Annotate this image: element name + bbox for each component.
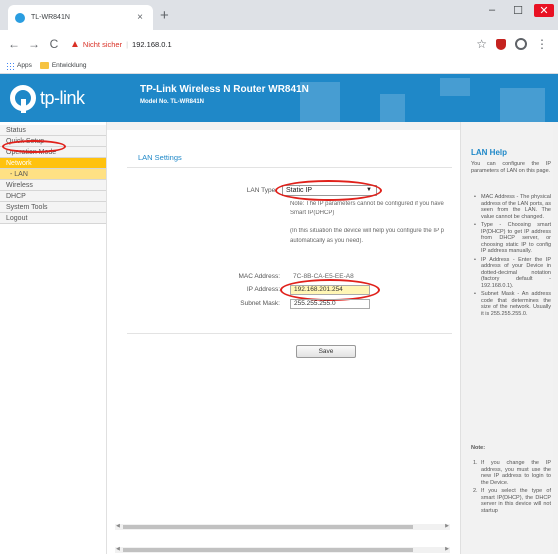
router-title: TP-Link Wireless N Router WR841N bbox=[140, 84, 309, 95]
header-decoration bbox=[440, 78, 470, 96]
menu-item-system-tools[interactable]: System Tools bbox=[0, 202, 106, 213]
horizontal-scrollbar[interactable]: ◀ ▶ bbox=[115, 523, 450, 530]
scroll-left-icon[interactable]: ◀ bbox=[116, 546, 120, 552]
lan-type-highlight-oval bbox=[275, 180, 382, 201]
menu-item-lan[interactable]: - LAN bbox=[0, 169, 106, 180]
bookmark-star-icon[interactable]: ☆ bbox=[476, 37, 487, 51]
header-decoration bbox=[500, 88, 545, 122]
help-item: MAC Address - The physical address of th… bbox=[474, 194, 551, 220]
main-content: LAN Settings LAN Type: Static IP ▼ Note:… bbox=[107, 122, 460, 554]
extension-shield-icon[interactable] bbox=[496, 38, 506, 50]
reload-button[interactable]: C bbox=[46, 37, 62, 51]
note-line-2: Smart IP(DHCP) bbox=[290, 210, 335, 216]
help-note-label: Note: bbox=[471, 445, 486, 451]
section-title: LAN Settings bbox=[138, 153, 182, 162]
note-line-1: Note: The IP parameters cannot be config… bbox=[290, 201, 444, 207]
help-intro: You can configure the IP parameters of L… bbox=[471, 161, 551, 174]
menu-item-network[interactable]: Network bbox=[0, 158, 106, 169]
network-highlight-oval bbox=[2, 140, 66, 153]
maximize-button[interactable]: ☐ bbox=[508, 4, 528, 17]
sidebar-menu: Status Quick Setup Operation Mode Networ… bbox=[0, 122, 107, 554]
forward-button[interactable]: → bbox=[26, 37, 42, 51]
scroll-right-icon[interactable]: ▶ bbox=[445, 546, 449, 552]
scroll-left-icon[interactable]: ◀ bbox=[116, 523, 120, 529]
subnet-mask-label: Subnet Mask: bbox=[240, 300, 280, 307]
subnet-mask-input[interactable]: 255.255.255.0 bbox=[290, 299, 370, 309]
save-button[interactable]: Save bbox=[296, 345, 356, 358]
help-list: MAC Address - The physical address of th… bbox=[474, 194, 551, 319]
scrollbar-thumb[interactable] bbox=[123, 525, 413, 529]
browser-toolbar: ← → C ▲ Nicht sicher | 192.168.0.1 ☆ ⋮ bbox=[0, 30, 558, 58]
scrollbar-thumb[interactable] bbox=[123, 548, 413, 552]
help-item: Type - Choosing smart IP(DHCP) to get IP… bbox=[474, 222, 551, 255]
bookmark-entwicklung[interactable]: Entwicklung bbox=[52, 62, 87, 69]
browser-tab[interactable]: TL-WR841N × bbox=[8, 5, 153, 30]
help-note-item: 2. If you select the type of smart IP(DHC… bbox=[473, 488, 551, 514]
browser-menu-icon[interactable]: ⋮ bbox=[536, 37, 548, 51]
help-note-text: If you select the type of smart IP(DHCP)… bbox=[481, 488, 551, 514]
browser-tab-bar: TL-WR841N × + – ☐ ✕ bbox=[0, 0, 558, 30]
address-bar[interactable]: ▲ Nicht sicher | 192.168.0.1 bbox=[66, 34, 476, 54]
logo-text: tp-link bbox=[40, 87, 85, 108]
ip-highlight-oval bbox=[280, 279, 380, 301]
help-item: Subnet Mask - An address code that deter… bbox=[474, 291, 551, 317]
help-item: IP Address - Enter the IP address of you… bbox=[474, 257, 551, 290]
bookmarks-bar: Apps Entwicklung bbox=[0, 58, 558, 74]
help-notes: 1. If you change the IP address, you must… bbox=[473, 460, 551, 516]
help-panel: LAN Help You can configure the IP parame… bbox=[460, 122, 558, 554]
tab-close-icon[interactable]: × bbox=[134, 12, 146, 23]
new-tab-button[interactable]: + bbox=[160, 7, 169, 24]
menu-item-status[interactable]: Status bbox=[0, 125, 106, 136]
mac-address-label: MAC Address: bbox=[238, 273, 280, 280]
security-status[interactable]: Nicht sicher bbox=[83, 40, 122, 49]
address-separator: | bbox=[126, 39, 129, 49]
note-line-4: automatically as you need). bbox=[290, 238, 364, 244]
vertical-scrollbar[interactable] bbox=[553, 122, 558, 554]
horizontal-scrollbar[interactable]: ◀ ▶ bbox=[115, 546, 450, 553]
tplink-logo: tp-link bbox=[10, 85, 85, 113]
menu-item-logout[interactable]: Logout bbox=[0, 213, 106, 224]
account-icon[interactable] bbox=[515, 38, 527, 50]
ip-address-label: IP Address: bbox=[246, 286, 280, 293]
header-decoration bbox=[380, 94, 405, 122]
divider bbox=[127, 167, 452, 168]
tab-title: TL-WR841N bbox=[31, 14, 70, 21]
warning-icon: ▲ bbox=[70, 38, 80, 50]
main-top-strip bbox=[107, 122, 460, 130]
lan-type-label: LAN Type: bbox=[246, 187, 277, 194]
back-button[interactable]: ← bbox=[6, 37, 22, 51]
divider bbox=[127, 333, 452, 334]
router-header: tp-link TP-Link Wireless N Router WR841N… bbox=[0, 74, 558, 122]
bookmark-apps[interactable]: Apps bbox=[17, 62, 32, 69]
note-line-3: (In this situation the device will help … bbox=[290, 228, 444, 234]
apps-grid-icon bbox=[6, 61, 14, 70]
minimize-button[interactable]: – bbox=[482, 4, 502, 16]
help-title: LAN Help bbox=[471, 148, 507, 157]
toolbar-actions: ☆ ⋮ bbox=[476, 37, 552, 51]
tplink-favicon-icon bbox=[15, 12, 25, 23]
menu-item-wireless[interactable]: Wireless bbox=[0, 180, 106, 191]
scroll-right-icon[interactable]: ▶ bbox=[445, 523, 449, 529]
router-model: Model No. TL-WR841N bbox=[140, 99, 204, 105]
menu-item-dhcp[interactable]: DHCP bbox=[0, 191, 106, 202]
help-note-item: 1. If you change the IP address, you must… bbox=[473, 460, 551, 486]
close-window-button[interactable]: ✕ bbox=[534, 4, 554, 17]
folder-icon bbox=[39, 62, 49, 69]
tplink-logo-icon bbox=[10, 85, 36, 113]
url-text[interactable]: 192.168.0.1 bbox=[132, 40, 172, 49]
help-note-text: If you change the IP address, you must u… bbox=[481, 460, 551, 486]
